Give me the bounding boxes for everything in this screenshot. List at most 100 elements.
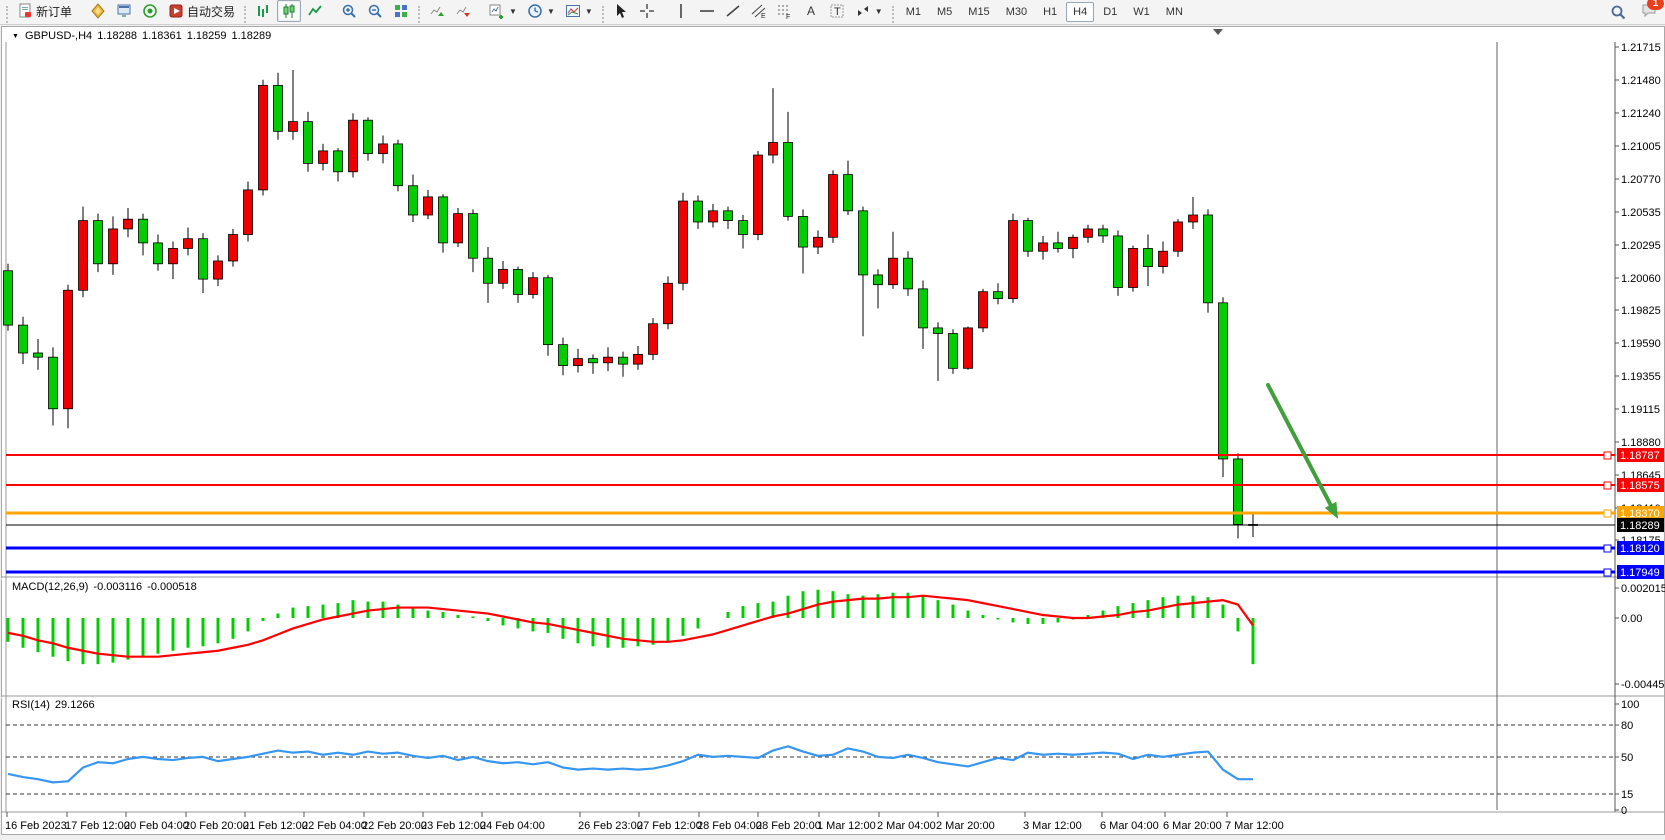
candle [589, 359, 598, 363]
tab-timeframe-mn[interactable]: MN [1159, 2, 1190, 22]
tile-windows-button[interactable] [389, 0, 413, 22]
candle [544, 278, 553, 345]
price-tick-label: 1.20535 [1621, 207, 1661, 219]
svg-text:T: T [834, 6, 841, 18]
line-handle[interactable] [1604, 569, 1611, 576]
tab-timeframe-m15[interactable]: M15 [961, 2, 996, 22]
time-tick-label: 6 Mar 20:00 [1163, 820, 1222, 832]
candlestick-chart-button[interactable] [277, 0, 301, 22]
tab-timeframe-m30[interactable]: M30 [999, 2, 1034, 22]
vline-icon [673, 3, 689, 19]
toolbar-drag-handle [892, 6, 894, 23]
fibo-icon: F [777, 3, 793, 19]
cursor-button[interactable] [609, 0, 633, 22]
price-tick-label: 1.18880 [1621, 437, 1661, 449]
price-line-label-text: 1.17949 [1620, 567, 1660, 579]
arrows-dropdown[interactable]: ▼ [851, 0, 887, 22]
chart-shift-button[interactable] [451, 0, 475, 22]
crosshair-button[interactable] [635, 0, 659, 22]
candle [1009, 221, 1018, 299]
arrows-icon [855, 3, 871, 19]
price-tick-label: 1.20295 [1621, 240, 1661, 252]
tab-timeframe-w1[interactable]: W1 [1126, 2, 1157, 22]
line-handle[interactable] [1604, 482, 1611, 489]
candle [574, 359, 583, 366]
line-handle[interactable] [1604, 452, 1611, 459]
candle [1054, 243, 1063, 249]
new-chart-dropdown[interactable]: ▼ [485, 0, 521, 22]
rsi-tick-label: 50 [1621, 752, 1633, 764]
text-label-button[interactable]: T [825, 0, 849, 22]
rsi-line [8, 746, 1253, 782]
vertical-line-button[interactable] [669, 0, 693, 22]
horizontal-line-button[interactable] [695, 0, 719, 22]
price-line-1.18575[interactable]: 1.18575 [6, 478, 1664, 492]
bar-chart-button[interactable] [251, 0, 275, 22]
auto-scroll-button[interactable] [425, 0, 449, 22]
time-tick-label: 23 Feb 12:00 [421, 820, 486, 832]
chevron-down-icon: ▼ [509, 7, 517, 16]
tab-timeframe-m1[interactable]: M1 [899, 2, 928, 22]
candles-layer [4, 70, 1258, 538]
candle [1189, 215, 1198, 222]
equidistant-channel-button[interactable]: E [747, 0, 771, 22]
metaeditor-button[interactable] [86, 0, 110, 22]
zoom-out-button[interactable] [363, 0, 387, 22]
macd-tick-label: 0.002015 [1621, 583, 1665, 595]
chart-shift-marker[interactable] [1213, 29, 1223, 35]
candle [409, 186, 418, 215]
ohlc-close: 1.18289 [231, 30, 271, 42]
time-tick-label: 3 Mar 12:00 [1023, 820, 1082, 832]
trend-arrow-annotation[interactable] [1268, 385, 1338, 519]
candle [364, 120, 373, 153]
template-dropdown[interactable]: ▼ [561, 0, 597, 22]
textT-icon: T [829, 3, 845, 19]
tab-timeframe-h4[interactable]: H4 [1066, 2, 1094, 22]
line-handle[interactable] [1604, 545, 1611, 552]
signals-button[interactable] [138, 0, 162, 22]
hline-icon [699, 3, 715, 19]
tab-timeframe-d1[interactable]: D1 [1096, 2, 1124, 22]
line-chart-button[interactable] [303, 0, 327, 22]
candle [949, 333, 958, 368]
toolbar-drag-handle [602, 6, 604, 23]
macd-tick-label: -0.004451 [1621, 679, 1665, 691]
candle [814, 237, 823, 247]
auto-trading-button[interactable]: 自动交易 [164, 0, 239, 22]
time-tick-label: 26 Feb 23:00 [578, 820, 643, 832]
macd-signal-line [8, 596, 1253, 657]
time-tick-label: 22 Feb 20:00 [362, 820, 427, 832]
toolbar-drag-handle [244, 6, 246, 23]
tab-timeframe-h1[interactable]: H1 [1036, 2, 1064, 22]
text-button[interactable]: A [799, 0, 823, 22]
tab-timeframe-m5[interactable]: M5 [930, 2, 959, 22]
notifications-button[interactable]: 1 [1641, 2, 1657, 23]
window-menu-icon[interactable]: ▼ [12, 33, 19, 40]
price-tick-label: 1.20770 [1621, 174, 1661, 186]
trendline-button[interactable] [721, 0, 745, 22]
price-line-1.18289[interactable]: 1.18289 [6, 518, 1664, 532]
price-chart: 1.217151.214801.212401.210051.207701.205… [0, 0, 1665, 840]
time-tick-label: 20 Feb 20:00 [184, 820, 249, 832]
signal-icon [142, 3, 158, 19]
search-button[interactable] [1606, 1, 1630, 23]
candle [394, 144, 403, 186]
time-tick-label: 24 Feb 04:00 [480, 820, 545, 832]
new-order-button[interactable]: 新订单 [13, 0, 76, 22]
price-line-1.18120[interactable]: 1.18120 [6, 541, 1664, 555]
price-line-1.18370[interactable]: 1.18370 [6, 506, 1664, 520]
candle [889, 258, 898, 284]
fibonacci-button[interactable]: F [773, 0, 797, 22]
chartshift-icon [455, 3, 471, 19]
candles-icon [281, 3, 297, 19]
candle [679, 201, 688, 283]
candle [1129, 248, 1138, 287]
toolbox-button[interactable] [112, 0, 136, 22]
line-handle[interactable] [1604, 510, 1611, 517]
zoom-in-button[interactable] [337, 0, 361, 22]
arrow-shaft[interactable] [1268, 385, 1331, 505]
time-tick-label: 1 Mar 12:00 [817, 820, 876, 832]
period-dropdown[interactable]: ▼ [523, 0, 559, 22]
price-line-1.18787[interactable]: 1.18787 [6, 448, 1664, 462]
chevron-down-icon: ▼ [875, 7, 883, 16]
